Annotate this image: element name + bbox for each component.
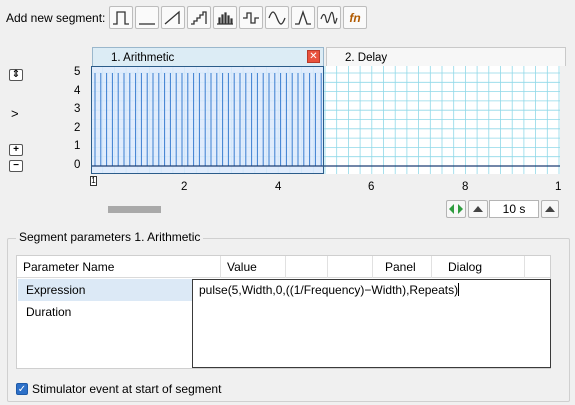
time-down-button[interactable] [541, 200, 559, 218]
biphasic-segment-button[interactable] [239, 6, 263, 29]
noise-segment-button[interactable] [317, 6, 341, 29]
chevron-right-icon[interactable]: > [11, 106, 19, 121]
stimulator-event-checkbox[interactable]: ✓ [16, 383, 28, 395]
x-tick: 4 [275, 181, 282, 193]
y-tick: 4 [74, 85, 81, 97]
expression-text: pulse(5,Width,0,((1/Frequency)−Width),Re… [199, 283, 459, 297]
waveform-plot[interactable] [91, 66, 560, 174]
constant-segment-button[interactable] [135, 6, 159, 29]
ramp-segment-button[interactable] [161, 6, 185, 29]
column-header-panel[interactable]: Panel [385, 260, 416, 274]
column-header-value[interactable]: Value [227, 260, 257, 274]
triangle-up-icon [545, 206, 555, 212]
pulse-train-segment-button[interactable] [213, 6, 237, 29]
y-tick: 3 [74, 103, 81, 115]
segment-marker[interactable]: 1 [90, 176, 97, 186]
x-tick: 2 [181, 181, 188, 193]
y-tick: 5 [74, 66, 81, 78]
y-tick: 1 [74, 140, 81, 152]
sine-segment-button[interactable] [265, 6, 289, 29]
table-header: Parameter Name Value Panel Dialog [17, 256, 550, 278]
add-segment-label: Add new segment: [6, 11, 106, 25]
column-divider [524, 256, 525, 278]
column-header-parameter-name[interactable]: Parameter Name [23, 260, 114, 274]
table-row-duration[interactable]: Duration [18, 301, 192, 323]
y-tick: 2 [74, 122, 81, 134]
column-divider [327, 256, 328, 278]
column-divider [285, 256, 286, 278]
ramp-icon [164, 10, 180, 24]
function-segment-button[interactable]: fn [343, 6, 367, 29]
parameter-table: Parameter Name Value Panel Dialog Expres… [16, 255, 551, 369]
x-tick: 6 [368, 181, 375, 193]
column-divider [372, 256, 373, 278]
text-caret [458, 283, 460, 296]
x-tick: 1 [555, 181, 562, 193]
fit-horizontal-button[interactable] [446, 200, 466, 218]
column-divider [220, 256, 221, 278]
close-icon[interactable]: ✕ [307, 50, 320, 63]
time-window-input[interactable]: 10 s [489, 200, 539, 218]
staircase-icon [191, 10, 207, 25]
staircase-segment-button[interactable] [187, 6, 211, 29]
column-divider [431, 256, 432, 278]
table-row-expression[interactable]: Expression [18, 279, 192, 301]
stimulator-event-label[interactable]: Stimulator event at start of segment [32, 382, 221, 396]
tab-arithmetic[interactable]: 1. Arithmetic ✕ [92, 47, 324, 66]
zoom-out-button[interactable]: − [9, 160, 23, 172]
selected-segment-region [91, 66, 324, 174]
column-header-dialog[interactable]: Dialog [448, 260, 482, 274]
zoom-in-button[interactable]: + [9, 144, 23, 156]
spike-segment-button[interactable] [291, 6, 315, 29]
triangle-up-icon [473, 206, 483, 212]
pulse-segment-button[interactable] [109, 6, 133, 29]
constant-icon [139, 22, 155, 25]
fit-arrows-icon [449, 204, 463, 214]
noise-icon [320, 11, 338, 24]
y-tick: 0 [74, 159, 81, 171]
spike-icon [295, 9, 311, 25]
tab-arithmetic-label: 1. Arithmetic [111, 52, 175, 64]
pulse-train-icon [217, 11, 233, 25]
x-tick: 8 [462, 181, 469, 193]
function-icon: fn [349, 10, 361, 25]
tab-delay-label: 2. Delay [345, 52, 388, 64]
sine-icon [268, 10, 286, 25]
group-title: Segment parameters 1. Arithmetic [16, 230, 204, 244]
expression-editor[interactable]: pulse(5,Width,0,((1/Frequency)−Width),Re… [192, 279, 551, 368]
horizontal-scrollbar-thumb[interactable] [108, 206, 161, 213]
biphasic-icon [243, 11, 259, 24]
time-up-button[interactable] [468, 200, 488, 218]
tab-delay[interactable]: 2. Delay [326, 47, 566, 66]
fit-vertical-button[interactable]: ⇕ [9, 69, 23, 81]
pulse-icon [113, 10, 129, 25]
